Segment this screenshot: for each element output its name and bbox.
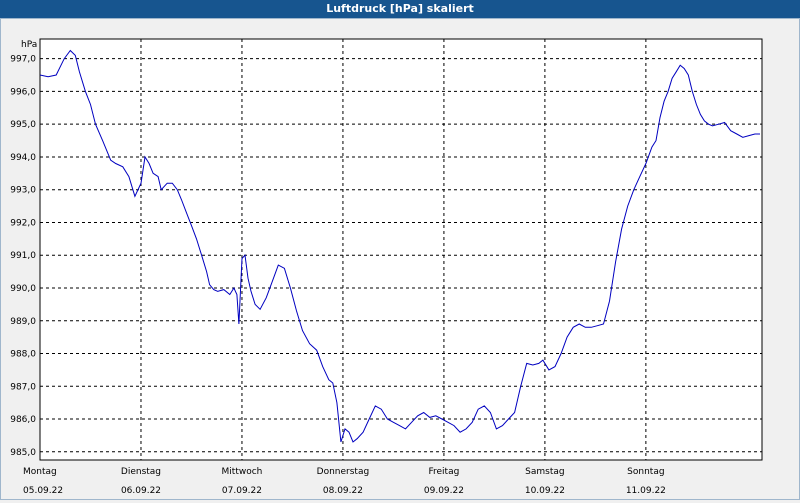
y-tick-label: 991,0 <box>10 251 36 261</box>
y-tick-label: 985,0 <box>10 448 36 458</box>
y-tick-label: 988,0 <box>10 350 36 360</box>
y-tick-label: 992,0 <box>10 218 36 228</box>
x-tick-day-label: Dienstag <box>121 467 161 477</box>
y-tick-label: 995,0 <box>10 120 36 130</box>
x-tick-date-label: 08.09.22 <box>323 486 363 496</box>
x-tick-day-label: Samstag <box>525 467 564 477</box>
x-tick-date-label: 10.09.22 <box>525 486 565 496</box>
y-axis-unit: hPa <box>21 40 37 50</box>
x-tick-day-label: Freitag <box>429 467 460 477</box>
x-tick-date-label: 11.09.22 <box>626 486 666 496</box>
pressure-chart: 997,0 996,0 995,0 994,0 993,0 992,0 991,0 990,0… <box>10 38 763 496</box>
chart-panel: 997,0 996,0 995,0 994,0 993,0 992,0 991,0 990,0… <box>0 18 800 500</box>
y-tick-label: 990,0 <box>10 284 36 294</box>
x-tick-date-label: 09.09.22 <box>424 486 464 496</box>
y-tick-label: 986,0 <box>10 415 36 425</box>
x-axis: Montag 05.09.22 Dienstag 06.09.22 Mittwoch 07… <box>23 467 666 496</box>
y-tick-label: 997,0 <box>10 55 36 65</box>
x-tick-date-label: 05.09.22 <box>23 486 63 496</box>
x-tick-day-label: Montag <box>23 467 57 477</box>
x-tick-day-label: Donnerstag <box>317 467 370 477</box>
x-tick-day-label: Sonntag <box>627 467 664 477</box>
x-tick-day-label: Mittwoch <box>222 467 263 477</box>
y-tick-label: 994,0 <box>10 153 36 163</box>
y-tick-label: 996,0 <box>10 87 36 97</box>
chart-title: Luftdruck [hPa] skaliert <box>0 0 800 18</box>
x-tick-date-label: 07.09.22 <box>222 486 262 496</box>
y-tick-label: 993,0 <box>10 186 36 196</box>
y-axis: 997,0 996,0 995,0 994,0 993,0 992,0 991,0 990,0… <box>10 55 36 458</box>
plot-area <box>39 38 763 461</box>
y-tick-label: 987,0 <box>10 382 36 392</box>
x-tick-date-label: 06.09.22 <box>121 486 161 496</box>
chart-window: Luftdruck [hPa] skaliert 997,0 996,0 995,0… <box>0 0 800 500</box>
y-tick-label: 989,0 <box>10 317 36 327</box>
